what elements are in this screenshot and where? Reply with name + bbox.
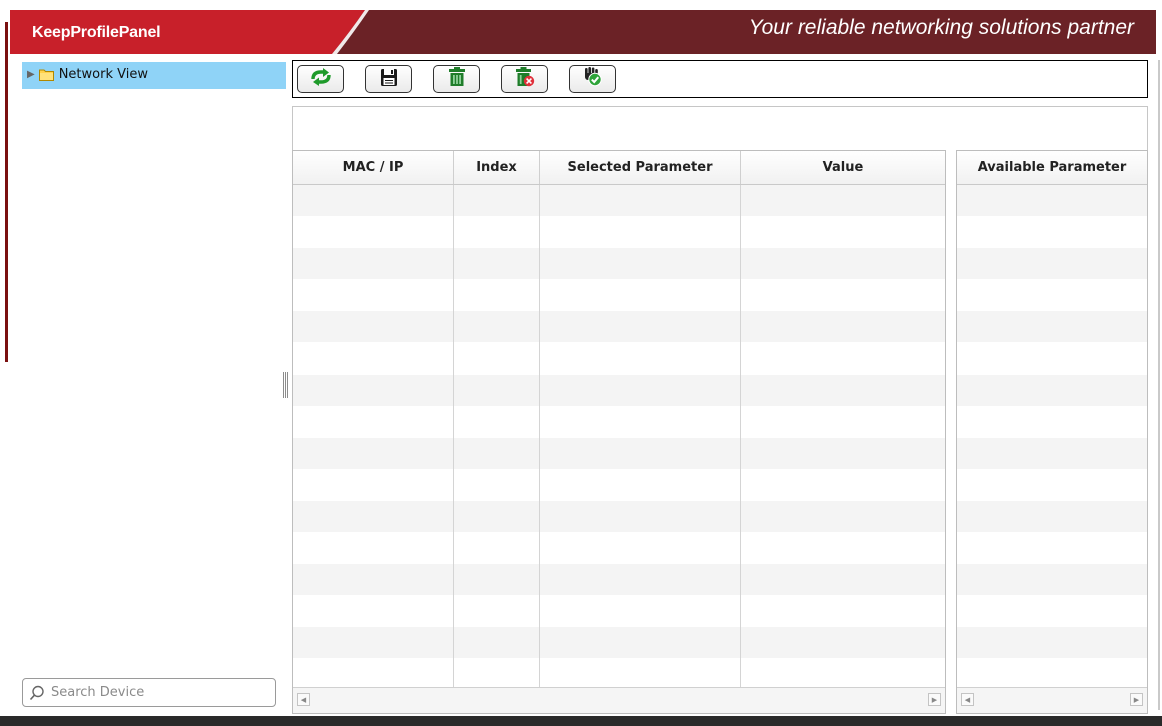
empty-row-stripe	[293, 564, 945, 596]
column-header-value[interactable]: Value	[741, 151, 945, 184]
empty-row-stripe	[293, 374, 945, 406]
apply-button[interactable]	[569, 65, 616, 93]
window-right-border	[1152, 10, 1162, 716]
column-header-available-parameter[interactable]: Available Parameter	[957, 151, 1147, 184]
empty-row-stripe	[957, 564, 1147, 596]
tree-item-label: Network View	[58, 67, 148, 82]
app-title: KeepProfilePanel	[32, 24, 161, 41]
panel-splitter-handle[interactable]	[283, 372, 289, 398]
refresh-button[interactable]	[297, 65, 344, 93]
empty-row-stripe	[293, 437, 945, 469]
sidebar: ▶ Network View	[10, 54, 286, 716]
empty-row-stripe	[293, 627, 945, 659]
available-parameters-grid: Available Parameter ◀ ▶	[956, 150, 1148, 714]
toolbar	[292, 60, 1148, 98]
grid-header: Available Parameter	[957, 151, 1147, 185]
window-bottom-border	[0, 716, 1162, 726]
empty-row-stripe	[957, 185, 1147, 216]
triangle-right-icon[interactable]: ▶	[27, 69, 35, 80]
search-box[interactable]	[22, 678, 276, 707]
floppy-disk-icon	[380, 68, 398, 91]
empty-row-stripe	[957, 437, 1147, 469]
grid-body	[957, 185, 1147, 687]
empty-row-stripe	[957, 311, 1147, 343]
tagline: Your reliable networking solutions partn…	[748, 16, 1134, 39]
refresh-arrows-icon	[309, 68, 333, 90]
window-left-border	[0, 0, 10, 716]
empty-row-stripe	[957, 501, 1147, 532]
scroll-right-arrow-icon[interactable]: ▶	[1130, 693, 1143, 706]
scroll-right-arrow-icon[interactable]: ▶	[928, 693, 941, 706]
scroll-left-arrow-icon[interactable]: ◀	[297, 693, 310, 706]
empty-row-stripe	[293, 185, 945, 216]
column-header-mac-ip[interactable]: MAC / IP	[293, 151, 454, 184]
column-header-index[interactable]: Index	[454, 151, 540, 184]
grid-header: MAC / IP Index Selected Parameter Value	[293, 151, 945, 185]
column-header-selected-parameter[interactable]: Selected Parameter	[540, 151, 741, 184]
horizontal-scrollbar[interactable]: ◀ ▶	[293, 687, 945, 713]
delete-all-button[interactable]	[501, 65, 548, 93]
tree-item-network-view[interactable]: ▶ Network View	[22, 62, 286, 89]
delete-button[interactable]	[433, 65, 480, 93]
empty-row-stripe	[957, 374, 1147, 406]
search-icon	[29, 685, 45, 701]
header-banner: KeepProfilePanel Your reliable networkin…	[10, 10, 1156, 54]
hand-check-icon	[582, 67, 604, 91]
details-panel	[292, 106, 1148, 152]
horizontal-scrollbar[interactable]: ◀ ▶	[957, 687, 1147, 713]
profile-parameters-grid: MAC / IP Index Selected Parameter Value …	[292, 150, 946, 714]
grid-body	[293, 185, 945, 687]
empty-row-stripe	[957, 627, 1147, 659]
trash-icon	[448, 67, 466, 91]
empty-row-stripe	[293, 248, 945, 280]
empty-row-stripe	[957, 248, 1147, 280]
save-button[interactable]	[365, 65, 412, 93]
app-window: KeepProfilePanel Your reliable networkin…	[0, 0, 1162, 726]
empty-row-stripe	[293, 501, 945, 532]
empty-row-stripe	[293, 311, 945, 343]
scroll-left-arrow-icon[interactable]: ◀	[961, 693, 974, 706]
folder-icon	[38, 68, 54, 81]
search-input[interactable]	[49, 684, 253, 701]
trash-with-x-icon	[515, 67, 535, 91]
